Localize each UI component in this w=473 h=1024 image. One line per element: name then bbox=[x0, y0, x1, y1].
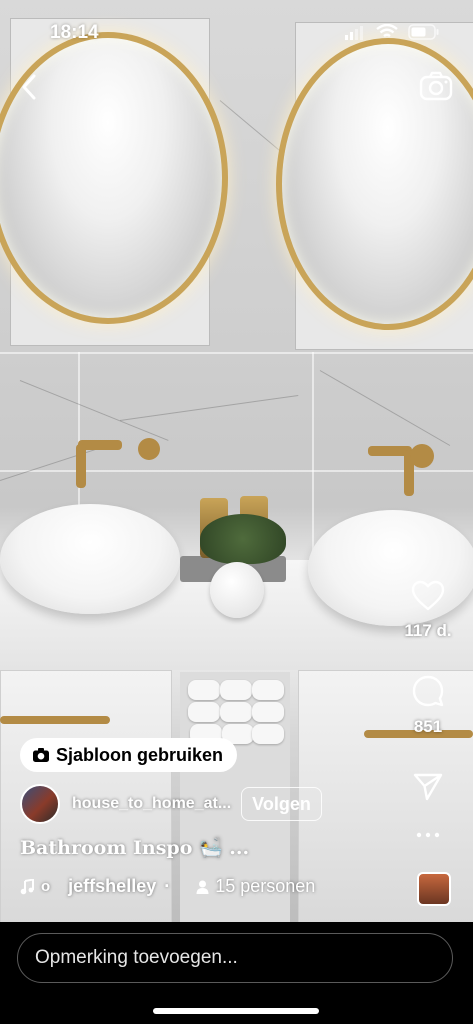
towel bbox=[188, 680, 220, 700]
towel bbox=[252, 724, 284, 744]
sink-basin-left bbox=[0, 504, 180, 614]
avatar[interactable] bbox=[20, 784, 60, 824]
comment-placeholder: Opmerking toevoegen... bbox=[35, 947, 238, 968]
battery-icon bbox=[408, 24, 439, 40]
comment-bubble-icon[interactable] bbox=[411, 674, 445, 708]
tile-grout bbox=[0, 352, 473, 354]
heart-icon[interactable] bbox=[411, 580, 445, 612]
follow-button[interactable]: Volgen bbox=[241, 787, 322, 821]
marble-vein bbox=[319, 370, 451, 446]
caption[interactable]: Bathroom Inspo 🛀 ... bbox=[20, 836, 249, 859]
person-icon bbox=[196, 880, 209, 894]
plant-vase bbox=[210, 562, 264, 618]
bottom-bar: Opmerking toevoegen... bbox=[0, 922, 473, 1024]
audio-artist: jeffshelley bbox=[68, 876, 157, 896]
share-action[interactable] bbox=[383, 772, 473, 807]
chevron-left-icon[interactable] bbox=[18, 72, 40, 102]
signal-icon bbox=[345, 26, 363, 40]
status-time: 18:14 bbox=[50, 22, 99, 43]
more-action[interactable] bbox=[383, 826, 473, 844]
plant-foliage bbox=[200, 514, 286, 564]
marble-vein bbox=[119, 394, 299, 421]
status-bar: 18:14 bbox=[0, 0, 473, 56]
use-template-button[interactable]: Sjabloon gebruiken bbox=[20, 738, 238, 772]
towel bbox=[252, 680, 284, 700]
tile-grout bbox=[0, 470, 473, 472]
towel bbox=[188, 702, 220, 722]
like-count: 117 d. bbox=[404, 621, 452, 640]
towel bbox=[220, 702, 252, 722]
faucet-right-handle bbox=[410, 444, 434, 468]
home-indicator bbox=[153, 1008, 319, 1014]
audio-row[interactable]: o jeffshelley · 15 personen bbox=[20, 876, 315, 897]
marble-vein bbox=[19, 380, 169, 441]
ellipsis-icon[interactable] bbox=[416, 831, 440, 839]
comment-count: 851 bbox=[413, 717, 443, 736]
towel bbox=[220, 680, 252, 700]
faucet-left-spout bbox=[76, 444, 86, 488]
people-count[interactable]: 15 personen bbox=[215, 876, 315, 897]
camera-icon[interactable] bbox=[419, 70, 453, 102]
username[interactable]: house_to_home_at... bbox=[72, 795, 231, 813]
tile-grout bbox=[312, 352, 314, 562]
paper-plane-icon[interactable] bbox=[412, 772, 444, 802]
cabinet-handle-left bbox=[0, 716, 110, 724]
author-row: house_to_home_at... Volgen bbox=[20, 784, 322, 824]
comment-input[interactable]: Opmerking toevoegen... bbox=[17, 933, 453, 983]
wifi-icon bbox=[376, 24, 398, 37]
comment-action[interactable]: 851 bbox=[383, 674, 473, 737]
camera-icon bbox=[33, 748, 49, 762]
like-action[interactable]: 117 d. bbox=[383, 580, 473, 641]
music-note-icon bbox=[20, 878, 34, 894]
audio-marquee-fragment: o bbox=[41, 878, 51, 895]
use-template-label: Sjabloon gebruiken bbox=[56, 744, 224, 765]
towel bbox=[252, 702, 284, 722]
audio-separator: · bbox=[164, 876, 171, 896]
audio-thumbnail[interactable] bbox=[417, 872, 451, 906]
faucet-left-handle bbox=[138, 438, 160, 460]
